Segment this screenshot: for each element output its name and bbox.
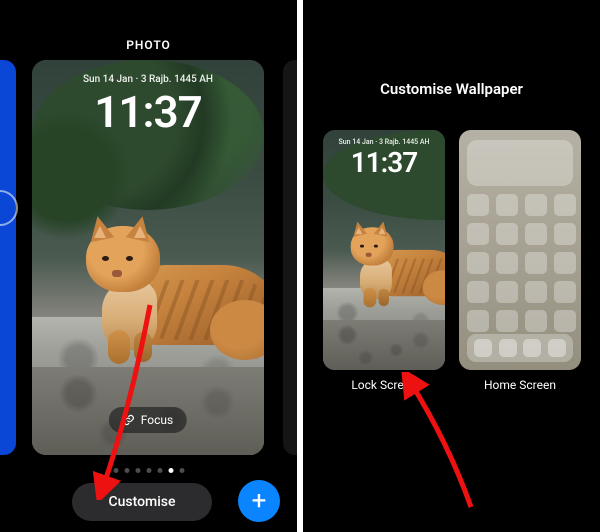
home-app-icon: [496, 281, 518, 303]
page-dot[interactable]: [135, 468, 140, 473]
annotation-arrow: [393, 372, 493, 512]
home-app-icon: [467, 310, 489, 332]
customise-label: Customise: [108, 494, 175, 510]
home-screen-preview: [459, 130, 581, 370]
home-app-icon: [496, 223, 518, 245]
customise-title: Customise Wallpaper: [303, 80, 600, 98]
home-app-icon: [525, 194, 547, 216]
focus-link-button[interactable]: Focus: [109, 407, 187, 433]
home-app-icon: [554, 310, 576, 332]
lock-time: 11:37: [32, 86, 264, 138]
current-wallpaper-preview[interactable]: Sun 14 Jan · 3 Rajb. 1445 AH 11:37 Focus: [32, 60, 264, 455]
home-app-grid: [467, 194, 573, 332]
home-app-icon: [554, 223, 576, 245]
customise-options: Sun 14 Jan · 3 Rajb. 1445 AH 11:37 Lock …: [323, 130, 580, 392]
page-dots[interactable]: [113, 468, 184, 473]
page-dot[interactable]: [179, 468, 184, 473]
home-app-icon: [554, 252, 576, 274]
plus-icon: +: [252, 488, 267, 514]
page-dot[interactable]: [113, 468, 118, 473]
page-dot[interactable]: [146, 468, 151, 473]
page-dot[interactable]: [157, 468, 162, 473]
lock-date: Sun 14 Jan · 3 Rajb. 1445 AH: [32, 74, 264, 85]
home-app-icon: [523, 339, 541, 357]
prev-wallpaper-peek[interactable]: [0, 60, 16, 455]
customise-button[interactable]: Customise: [72, 483, 212, 521]
wallpaper-gallery-panel: PHOTO: [0, 0, 297, 532]
home-screen-label: Home Screen: [484, 378, 556, 392]
home-screen-option[interactable]: Home Screen: [459, 130, 581, 392]
home-app-icon: [467, 252, 489, 274]
wallpaper-stone-face: [323, 320, 445, 370]
home-app-icon: [467, 281, 489, 303]
home-app-icon: [554, 281, 576, 303]
focus-label: Focus: [141, 413, 173, 427]
link-icon: [123, 414, 135, 426]
home-app-icon: [499, 339, 517, 357]
lock-screen-preview: Sun 14 Jan · 3 Rajb. 1445 AH 11:37: [323, 130, 445, 370]
home-widget-placeholder: [467, 140, 573, 186]
next-wallpaper-peek[interactable]: [283, 60, 297, 455]
two-panel-stage: PHOTO: [0, 0, 600, 532]
page-dot[interactable]: [168, 468, 173, 473]
home-dock: [467, 334, 573, 362]
home-app-icon: [496, 194, 518, 216]
wallpaper-subject-cat: [90, 210, 264, 370]
home-app-icon: [525, 310, 547, 332]
home-app-icon: [496, 310, 518, 332]
home-app-icon: [496, 252, 518, 274]
home-app-icon: [467, 194, 489, 216]
add-wallpaper-button[interactable]: +: [238, 480, 280, 522]
home-app-icon: [467, 223, 489, 245]
lock-screen-option[interactable]: Sun 14 Jan · 3 Rajb. 1445 AH 11:37 Lock …: [323, 130, 445, 392]
wallpaper-subject-cat: [353, 218, 445, 311]
home-app-icon: [525, 252, 547, 274]
home-app-icon: [525, 281, 547, 303]
home-app-icon: [525, 223, 547, 245]
customise-wallpaper-panel: Customise Wallpaper Sun 14 Jan · 3 Rajb.…: [303, 0, 600, 532]
lock-screen-label: Lock Screen: [351, 378, 416, 392]
prev-wallpaper-clock-ring: [0, 190, 18, 226]
home-app-icon: [474, 339, 492, 357]
home-app-icon: [548, 339, 566, 357]
page-dot[interactable]: [124, 468, 129, 473]
lock-date: Sun 14 Jan · 3 Rajb. 1445 AH: [323, 138, 445, 146]
page-title: PHOTO: [0, 38, 297, 52]
home-app-icon: [554, 194, 576, 216]
lock-time: 11:37: [323, 146, 445, 179]
